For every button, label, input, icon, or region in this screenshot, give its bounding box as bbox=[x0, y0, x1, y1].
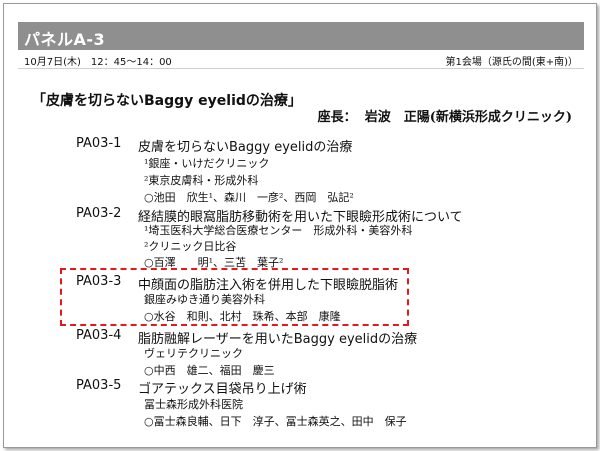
authors: ○水谷 和則、北村 珠希、本部 康隆 bbox=[144, 310, 341, 323]
chair-name: 岩波 正陽(新横浜形成クリニック) bbox=[364, 110, 572, 125]
affiliation: ²東京皮膚科・形成外科 bbox=[144, 174, 259, 187]
chairperson: 座長： 岩波 正陽(新横浜形成クリニック) bbox=[318, 106, 572, 125]
session-info-bar: 10月7日(木) 12：45～14：00 第1会場（源氏の間(東+南)） bbox=[18, 51, 584, 69]
affiliation: 冨士森形成外科医院 bbox=[144, 398, 243, 411]
presentation-title: ゴアテックス目袋吊り上げ術 bbox=[138, 382, 307, 397]
affiliation: ²クリニック日比谷 bbox=[144, 240, 237, 253]
affiliation: ¹埼玉医科大学総合医療センター 形成外科・美容外科 bbox=[144, 224, 413, 237]
presentation-id: PA03-2 bbox=[76, 206, 122, 221]
affiliation: ヴェリテクリニック bbox=[144, 347, 243, 360]
session-date-time: 10月7日(木) 12：45～14：00 bbox=[24, 57, 172, 68]
affiliation: 銀座みゆき通り美容外科 bbox=[144, 293, 265, 306]
presentation-id: PA03-3 bbox=[76, 274, 122, 289]
presentation-id: PA03-5 bbox=[76, 378, 122, 393]
authors: ○中西 雄二、福田 慶三 bbox=[144, 364, 275, 377]
session-room: 第1会場（源氏の間(東+南)） bbox=[445, 57, 578, 68]
chair-label: 座長： bbox=[317, 110, 357, 125]
presentation-id: PA03-4 bbox=[76, 328, 122, 343]
session-title: 「皮膚を切らないBaggy eyelidの治療」 bbox=[32, 93, 302, 109]
panel-header: パネルA-3 bbox=[18, 22, 584, 50]
presentation-id: PA03-1 bbox=[76, 136, 122, 151]
panel-title: パネルA-3 bbox=[24, 30, 106, 49]
authors: ○冨士森良輔、日下 淳子、冨士森英之、田中 保子 bbox=[144, 415, 407, 428]
presentation-title: 皮膚を切らないBaggy eyelidの治療 bbox=[138, 140, 353, 155]
affiliation: ¹銀座・いけだクリニック bbox=[144, 157, 270, 170]
authors: ○池田 欣生¹、森川 一彦²、西岡 弘記² bbox=[144, 191, 354, 204]
